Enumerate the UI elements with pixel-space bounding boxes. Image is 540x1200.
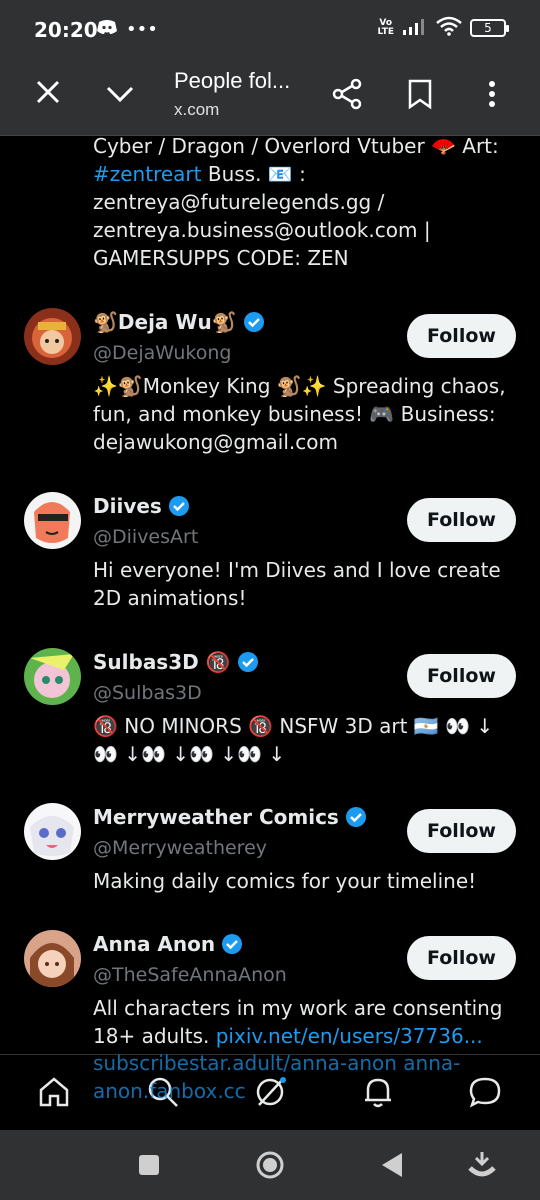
volte-indicator: Vo LTE: [377, 18, 394, 37]
user-bio: 🔞 NO MINORS 🔞 NSFW 3D art 🇦🇷 👀 ↓ 👀 ↓👀 ↓👀…: [93, 714, 494, 766]
bookmark-icon[interactable]: [406, 78, 434, 110]
recents-button[interactable]: [138, 1154, 160, 1180]
more-notifications-icon: •••: [126, 19, 158, 40]
hashtag-link[interactable]: #zentreart: [93, 162, 202, 186]
wifi-icon: [436, 16, 462, 40]
user-name: 🐒Deja Wu🐒: [93, 310, 237, 334]
avatar[interactable]: [24, 648, 81, 705]
bottom-navigation: [0, 1054, 540, 1130]
avatar[interactable]: [24, 308, 81, 365]
avatar[interactable]: [24, 930, 81, 987]
user-handle: @DiivesArt: [93, 526, 199, 548]
user-bio: All characters in my work are consenting…: [93, 996, 503, 1048]
page-title: People fol...: [174, 68, 291, 93]
back-button[interactable]: [380, 1152, 404, 1182]
page-url: x.com: [174, 100, 220, 119]
close-icon[interactable]: [34, 78, 62, 106]
verified-badge-icon: [237, 652, 258, 672]
avatar[interactable]: [24, 492, 81, 549]
user-handle: @TheSafeAnnaAnon: [93, 964, 287, 986]
pixiv-link[interactable]: pixiv.net/en/users/37736...: [216, 1024, 483, 1048]
follow-button[interactable]: Follow: [407, 314, 516, 358]
status-time: 20:20: [34, 18, 98, 42]
verified-badge-icon: [222, 934, 243, 954]
grok-icon[interactable]: [253, 1075, 287, 1109]
user-handle: @DejaWukong: [93, 342, 232, 364]
user-handle: @Merryweatherey: [93, 837, 267, 859]
discord-icon: [96, 19, 118, 40]
previous-user-bio: Cyber / Dragon / Overlord Vtuber 🪭 Art: …: [93, 136, 499, 270]
assistant-button[interactable]: [468, 1150, 496, 1184]
follow-button[interactable]: Follow: [407, 498, 516, 542]
home-icon[interactable]: [37, 1075, 71, 1109]
home-button[interactable]: [255, 1150, 285, 1184]
signal-icon: [402, 16, 428, 40]
follow-button[interactable]: Follow: [407, 654, 516, 698]
bell-icon[interactable]: [361, 1075, 395, 1109]
user-name: Merryweather Comics: [93, 805, 339, 829]
user-handle: @Sulbas3D: [93, 682, 202, 704]
verified-badge-icon: [168, 496, 189, 516]
user-name: Sulbas3D 🔞: [93, 650, 231, 674]
share-icon[interactable]: [332, 78, 364, 110]
verified-badge-icon: [243, 312, 264, 332]
verified-badge-icon: [345, 807, 366, 827]
followers-list: Cyber / Dragon / Overlord Vtuber 🪭 Art: …: [0, 136, 540, 1054]
battery-icon: 5: [470, 19, 509, 37]
user-bio: ✨🐒Monkey King 🐒✨ Spreading chaos, fun, a…: [93, 374, 506, 454]
status-bar: 20:20 ••• Vo LTE 5: [0, 0, 540, 60]
follow-button[interactable]: Follow: [407, 809, 516, 853]
user-name: Diives: [93, 494, 162, 518]
avatar[interactable]: [24, 803, 81, 860]
messages-icon[interactable]: [468, 1075, 502, 1109]
search-icon[interactable]: [146, 1075, 180, 1109]
user-name: Anna Anon: [93, 932, 216, 956]
system-navigation-bar: [0, 1130, 540, 1200]
user-bio: Making daily comics for your timeline!: [93, 869, 477, 893]
follow-button[interactable]: Follow: [407, 936, 516, 980]
custom-tab-toolbar: People fol... x.com: [0, 60, 540, 136]
more-options-icon[interactable]: [482, 78, 502, 110]
user-bio: Hi everyone! I'm Diives and I love creat…: [93, 558, 501, 610]
chevron-down-icon[interactable]: [104, 80, 136, 108]
